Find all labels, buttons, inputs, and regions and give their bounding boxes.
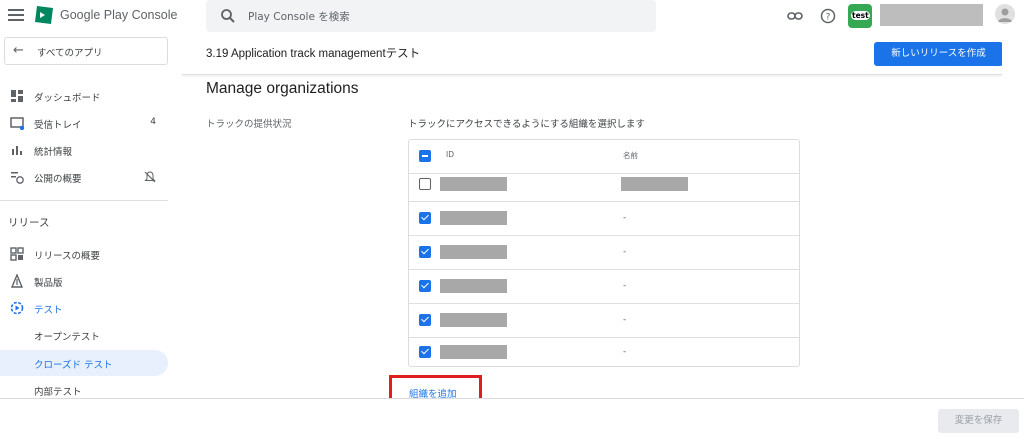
- row-checkbox[interactable]: [419, 246, 431, 258]
- org-name: -: [623, 247, 627, 257]
- search-bar[interactable]: Play Console を検索: [206, 0, 656, 32]
- sidebar-item-label: オープンテスト: [34, 332, 100, 343]
- inbox-count-badge: 4: [150, 117, 156, 127]
- org-id-redacted: [440, 211, 507, 225]
- brand-name: Google Play Console: [60, 8, 178, 22]
- sidebar-item-label: ダッシュボード: [34, 93, 101, 104]
- track-availability-label: トラックの提供状況: [206, 119, 292, 130]
- sidebar: Google Play Console ← すべてのアプリ ダッシュボード 受信…: [0, 0, 182, 442]
- save-changes-button[interactable]: 変更を保存: [938, 409, 1019, 433]
- table-row[interactable]: -: [409, 236, 799, 270]
- track-availability-description: トラックにアクセスできるようにする組織を選択します: [408, 119, 645, 130]
- table-row[interactable]: [409, 168, 799, 202]
- row-checkbox[interactable]: [419, 212, 431, 224]
- footer-bar: 変更を保存: [0, 398, 1024, 442]
- sidebar-item-label: 内部テスト: [34, 387, 82, 398]
- table-row[interactable]: -: [409, 202, 799, 236]
- sidebar-item-label: クローズド テスト: [34, 360, 113, 371]
- row-checkbox[interactable]: [419, 346, 431, 358]
- org-name: -: [623, 347, 627, 357]
- dashboard-icon: [11, 90, 23, 102]
- row-checkbox[interactable]: [419, 178, 431, 190]
- search-input[interactable]: Play Console を検索: [248, 9, 350, 24]
- svg-text:?: ?: [826, 13, 831, 23]
- sidebar-item-label: 統計情報: [34, 147, 73, 158]
- row-checkbox[interactable]: [419, 280, 431, 292]
- all-apps-button[interactable]: ← すべてのアプリ: [4, 37, 168, 65]
- sidebar-item-inbox[interactable]: 受信トレイ 4: [0, 110, 168, 136]
- app-title: 3.19 Application track managementテスト: [206, 48, 421, 60]
- link-icon[interactable]: [787, 8, 803, 24]
- header-divider: [182, 74, 1002, 75]
- testing-icon: [10, 301, 24, 315]
- create-release-button[interactable]: 新しいリリースを作成: [874, 42, 1003, 66]
- sidebar-item-label: 公開の概要: [34, 174, 82, 185]
- org-id-redacted: [440, 345, 507, 359]
- sidebar-divider: [0, 200, 168, 201]
- table-row[interactable]: -: [409, 336, 799, 370]
- sidebar-item-label: テスト: [34, 305, 63, 316]
- select-all-checkbox[interactable]: [419, 150, 431, 162]
- arrow-back-icon: ←: [13, 43, 24, 58]
- org-name: -: [623, 281, 627, 291]
- table-row[interactable]: -: [409, 270, 799, 304]
- sidebar-item-label: 受信トレイ: [34, 120, 82, 131]
- account-name-redacted[interactable]: [880, 4, 983, 26]
- column-header-name: 名前: [623, 151, 638, 160]
- release-section-label: リリース: [8, 217, 50, 229]
- logo-row: Google Play Console: [0, 0, 182, 34]
- statistics-icon: [12, 146, 22, 155]
- sidebar-item-statistics[interactable]: 統計情報: [0, 137, 168, 163]
- sidebar-item-closed-testing[interactable]: クローズド テスト: [0, 350, 168, 376]
- org-name: -: [623, 213, 627, 223]
- sidebar-item-open-testing[interactable]: オープンテスト: [0, 322, 168, 348]
- production-icon: [10, 274, 24, 288]
- all-apps-label: すべてのアプリ: [37, 48, 103, 59]
- publishing-overview-icon: [11, 172, 24, 184]
- inbox-icon: [10, 117, 24, 130]
- organizations-table: ID 名前 - - - - -: [408, 139, 800, 367]
- play-console-logo: [35, 6, 53, 24]
- search-icon: [221, 9, 235, 23]
- help-icon[interactable]: ?: [820, 8, 836, 24]
- sidebar-item-dashboard[interactable]: ダッシュボード: [0, 83, 168, 109]
- profile-icon[interactable]: [995, 4, 1015, 24]
- sidebar-item-testing[interactable]: テスト: [0, 295, 168, 321]
- app-avatar[interactable]: test: [848, 4, 872, 28]
- table-row[interactable]: -: [409, 304, 799, 338]
- org-id-redacted: [440, 279, 507, 293]
- notifications-off-icon: [144, 171, 156, 183]
- releases-overview-icon: [10, 247, 24, 261]
- org-name-redacted: [621, 177, 688, 191]
- org-id-redacted: [440, 245, 507, 259]
- sidebar-item-production[interactable]: 製品版: [0, 268, 168, 294]
- sidebar-item-publishing-overview[interactable]: 公開の概要: [0, 164, 168, 190]
- section-title: Manage organizations: [206, 80, 359, 97]
- scrollbar[interactable]: [1002, 34, 1024, 398]
- sidebar-item-label: リリースの概要: [34, 251, 101, 262]
- row-checkbox[interactable]: [419, 314, 431, 326]
- org-id-redacted: [440, 177, 507, 191]
- menu-icon[interactable]: [8, 9, 24, 23]
- column-header-id: ID: [446, 150, 454, 159]
- org-id-redacted: [440, 313, 507, 327]
- sidebar-item-label: 製品版: [34, 278, 63, 289]
- sidebar-item-releases-overview[interactable]: リリースの概要: [0, 241, 168, 267]
- app-avatar-label: test: [851, 11, 870, 20]
- person-icon: [998, 8, 1012, 22]
- org-name: -: [623, 315, 627, 325]
